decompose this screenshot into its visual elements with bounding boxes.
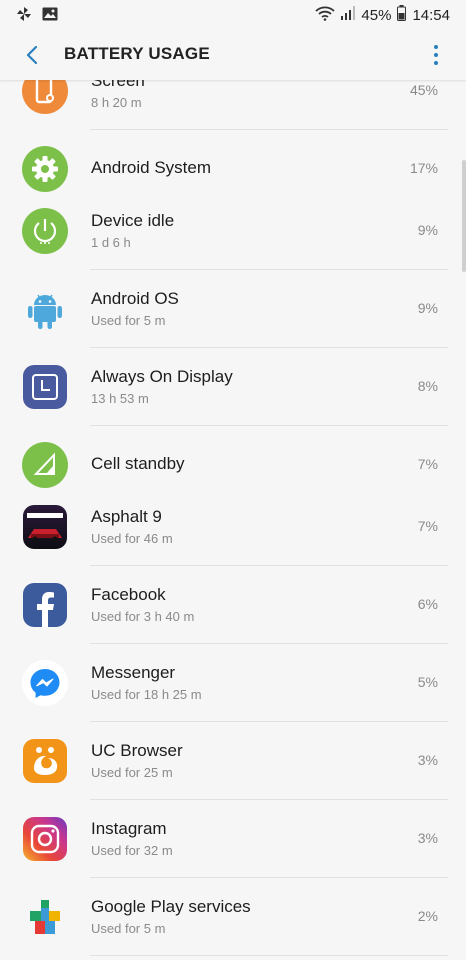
app-name: Device idle — [91, 211, 175, 230]
scrollbar-thumb[interactable] — [462, 160, 466, 272]
app-name: Asphalt 9 — [91, 507, 162, 526]
battery-percent: 45% — [361, 6, 392, 24]
usage-percent: 5% — [417, 674, 438, 690]
list-item-always-on-display[interactable]: Always On Display 13 h 53 m 8% — [0, 348, 466, 426]
app-bar: BATTERY USAGE — [0, 30, 466, 80]
signal-triangle-icon — [22, 442, 68, 488]
list-item-messenger[interactable]: Messenger Used for 18 h 25 m 5% — [0, 644, 466, 722]
page-title: BATTERY USAGE — [64, 44, 210, 63]
back-arrow-icon — [26, 45, 38, 65]
more-vert-icon-dot — [434, 53, 438, 57]
usage-time: Used for 5 m — [91, 313, 166, 328]
signal-icon — [341, 6, 356, 24]
list-item-device-idle[interactable]: Device idle 1 d 6 h 9% — [0, 192, 466, 270]
list-item-google-play-services[interactable]: Google Play services Used for 5 m 2% — [0, 878, 466, 956]
list-item-facebook[interactable]: Facebook Used for 3 h 40 m 6% — [0, 566, 466, 644]
power-icon — [22, 208, 68, 254]
app-name: Always On Display — [91, 367, 233, 386]
back-button[interactable] — [18, 41, 46, 69]
messenger-icon — [22, 660, 68, 706]
app-name: Android System — [91, 158, 211, 177]
list-item-instagram[interactable]: Instagram Used for 32 m 3% — [0, 800, 466, 878]
usage-percent: 2% — [417, 908, 438, 924]
usage-time: Used for 25 m — [91, 765, 173, 780]
app-name: Google Play services — [91, 897, 251, 916]
usage-percent: 6% — [417, 596, 438, 612]
google-play-services-icon — [22, 894, 68, 940]
more-options-button[interactable] — [428, 42, 444, 68]
usage-percent: 7% — [417, 456, 438, 472]
more-vert-icon — [434, 45, 438, 49]
usage-time: 1 d 6 h — [91, 235, 131, 250]
status-bar: 45% 14:54 — [0, 0, 466, 30]
usage-time: Used for 5 m — [91, 921, 166, 936]
asphalt-9-icon — [22, 504, 68, 550]
usage-time: 8 h 20 m — [91, 95, 142, 110]
instagram-icon — [22, 816, 68, 862]
app-name: Android OS — [91, 289, 179, 308]
app-name: Instagram — [91, 819, 167, 838]
usage-percent: 9% — [417, 222, 438, 238]
app-name: Cell standby — [91, 454, 185, 473]
usage-time: Used for 32 m — [91, 843, 173, 858]
usage-percent: 3% — [417, 830, 438, 846]
usage-percent: 9% — [417, 300, 438, 316]
usage-percent: 7% — [417, 518, 438, 534]
image-icon — [42, 7, 58, 26]
list-item-android-os[interactable]: Android OS Used for 5 m 9% — [0, 270, 466, 348]
list-item-uc-browser[interactable]: UC Browser Used for 25 m 3% — [0, 722, 466, 800]
usage-time: Used for 18 h 25 m — [91, 687, 202, 702]
more-vert-icon-dot — [434, 61, 438, 65]
list-item-asphalt-9[interactable]: Asphalt 9 Used for 46 m 7% — [0, 488, 466, 566]
clock-time: 14:54 — [412, 6, 450, 24]
app-name: UC Browser — [91, 741, 183, 760]
gear-icon — [22, 146, 68, 192]
usage-percent: 3% — [417, 752, 438, 768]
usage-percent: 45% — [409, 82, 438, 98]
android-robot-icon — [22, 286, 68, 332]
pinwheel-icon — [16, 6, 32, 27]
app-name: Facebook — [91, 585, 166, 604]
usage-time: Used for 3 h 40 m — [91, 609, 195, 624]
uc-browser-icon — [22, 738, 68, 784]
battery-icon — [397, 5, 407, 25]
usage-time: Used for 46 m — [91, 531, 173, 546]
divider — [90, 955, 448, 956]
wifi-icon — [315, 5, 336, 25]
usage-percent: 8% — [417, 378, 438, 394]
usage-time: 13 h 53 m — [91, 391, 149, 406]
facebook-icon — [22, 582, 68, 628]
usage-percent: 17% — [409, 160, 438, 176]
app-name: Messenger — [91, 663, 176, 682]
clock-display-icon — [22, 364, 68, 410]
